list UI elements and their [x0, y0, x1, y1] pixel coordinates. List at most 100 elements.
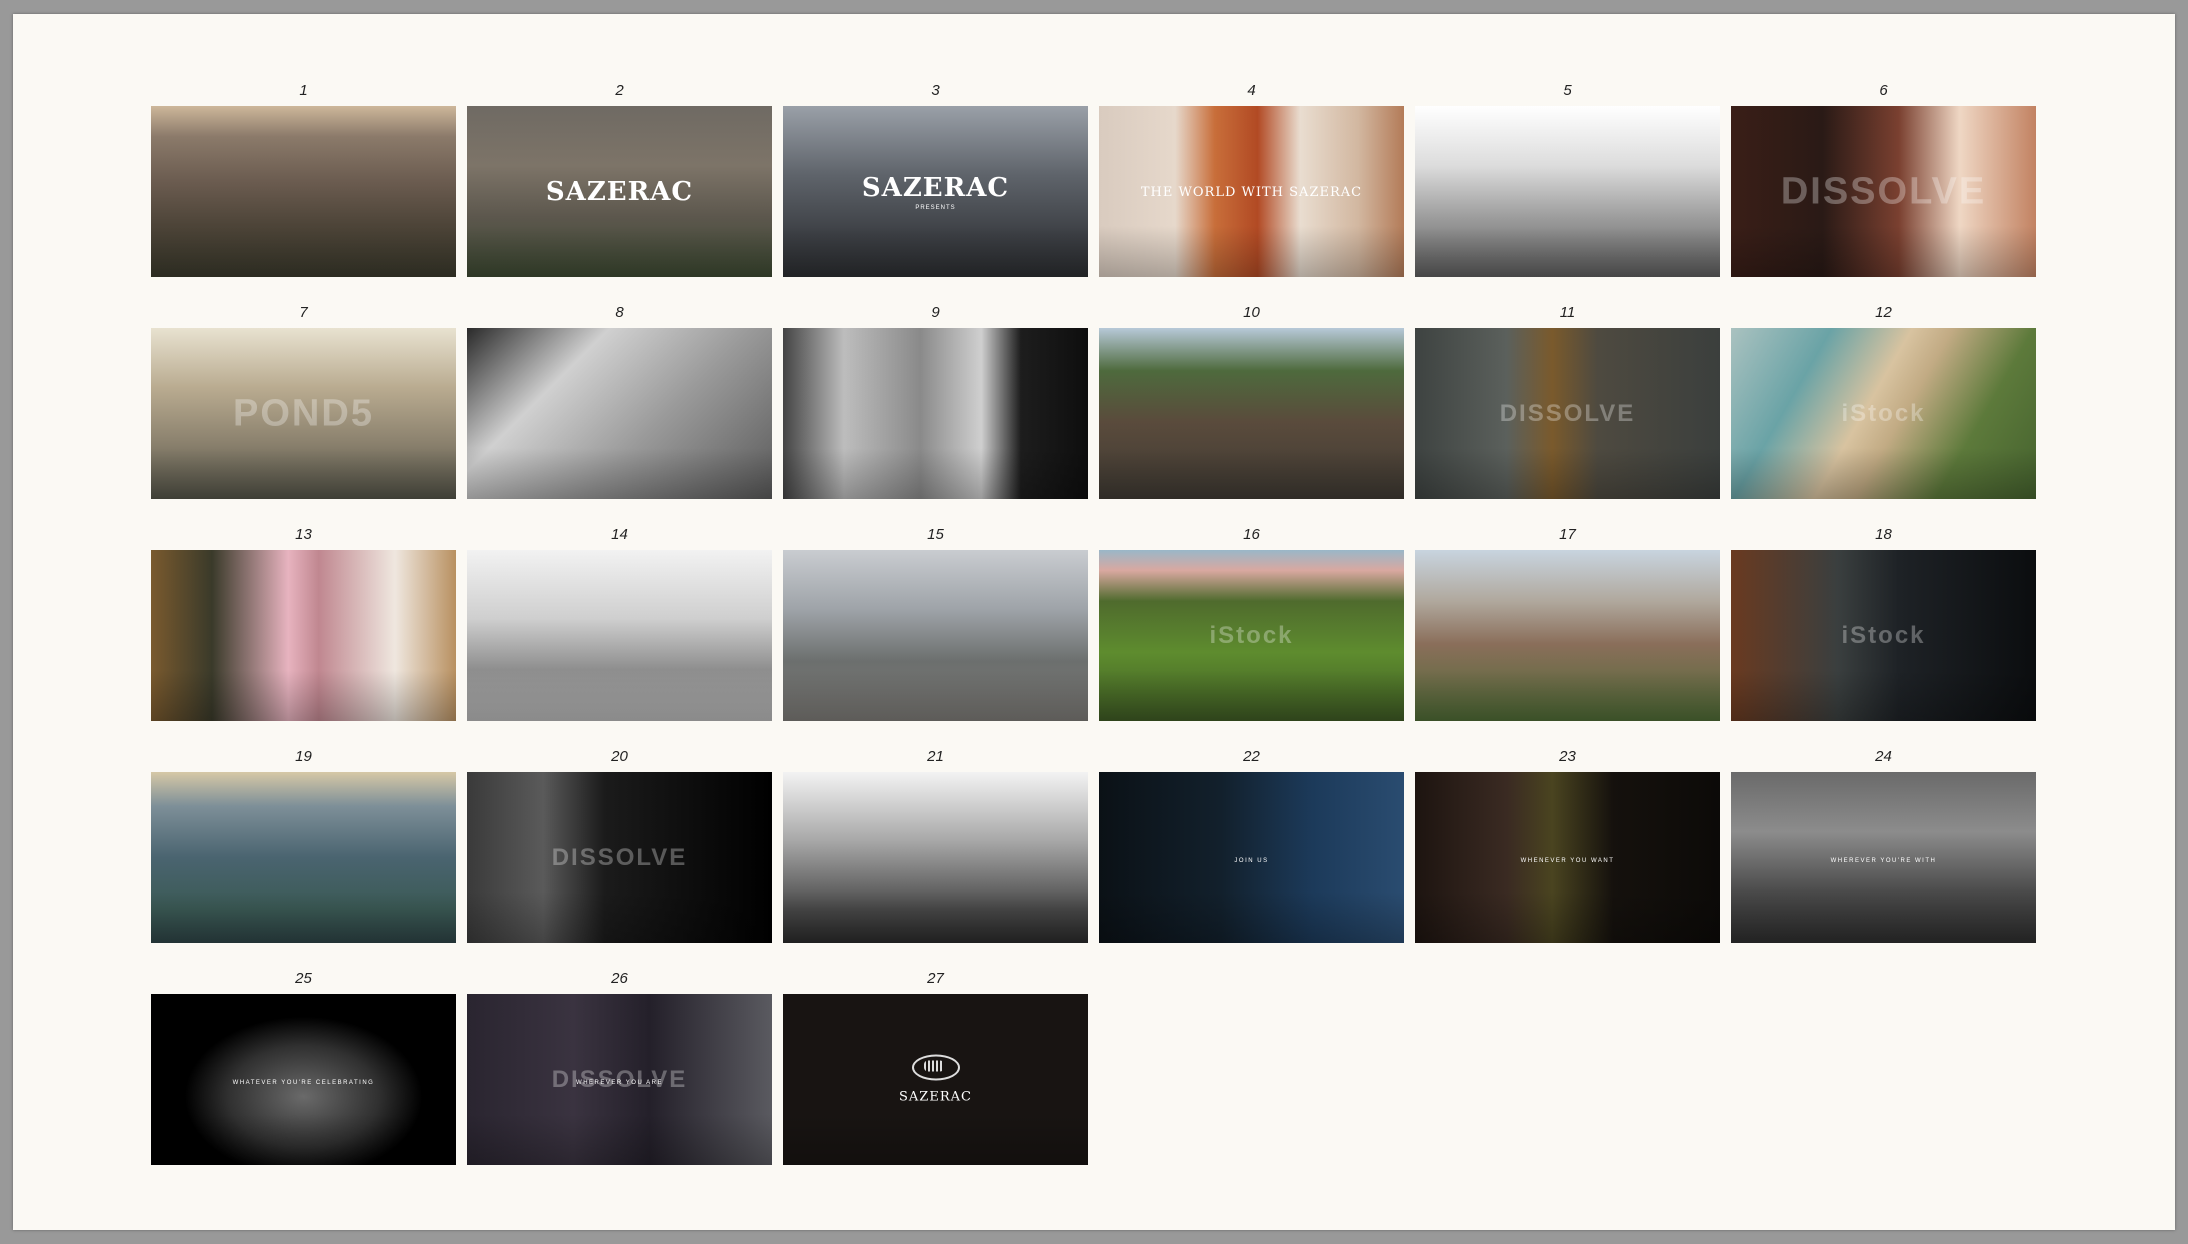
frame-thumbnail-martini-glasses-bw[interactable] [783, 772, 1088, 943]
frame-thumbnail-beach-aerial[interactable]: iStock [1731, 328, 2036, 499]
frame-thumbnail-pink-cocktail-bartender[interactable] [151, 550, 456, 721]
frame-number: 27 [927, 970, 944, 987]
frame-thumbnail-yacht-interior-bw[interactable] [467, 550, 772, 721]
frame-cell: 20 DISSOLVE [467, 742, 772, 964]
frame-number: 9 [931, 304, 940, 321]
frame-number: 21 [927, 748, 944, 765]
frame-thumbnail-green-valley[interactable]: iStock [1099, 550, 1404, 721]
frame-thumbnail-building-sunflare[interactable]: POND5 [151, 328, 456, 499]
title-overlay: SAZERAC PRESENTS [783, 173, 1088, 211]
frame-cell: 6 DISSOLVE [1731, 76, 2036, 298]
frame-thumbnail-aerial-cathedral-title[interactable]: SAZERAC [467, 106, 772, 277]
frame-thumbnail-martini-olive[interactable]: DISSOLVE WHEREVER YOU ARE [467, 994, 772, 1165]
frame-thumbnail-neon-sign-couple[interactable]: WHENEVER YOU WANT [1415, 772, 1720, 943]
frame-cell: 9 [783, 298, 1088, 520]
frame-cell: 15 [783, 520, 1088, 742]
frame-thumbnail-rooftops-street-title[interactable]: SAZERAC PRESENTS [783, 106, 1088, 277]
frame-number: 25 [295, 970, 312, 987]
frame-number: 11 [1559, 304, 1576, 321]
stock-watermark: iStock [1209, 621, 1294, 649]
frame-number: 24 [1875, 748, 1892, 765]
frame-cell: 18 iStock [1731, 520, 2036, 742]
frame-cell: 21 [783, 742, 1088, 964]
overlay-text: WHENEVER YOU WANT [1520, 857, 1615, 864]
frame-thumbnail-town-water-tower[interactable] [1099, 328, 1404, 499]
title-overlay: SAZERAC [467, 177, 772, 207]
frame-cell: 7 POND5 [151, 298, 456, 520]
frame-number: 23 [1559, 748, 1576, 765]
stock-watermark: POND5 [233, 392, 374, 434]
title-overlay: WHATEVER YOU'RE CELEBRATING [151, 1071, 456, 1089]
frame-number: 18 [1875, 526, 1892, 543]
frame-number: 14 [611, 526, 628, 543]
overlay-text: SAZERAC [861, 172, 1010, 203]
frame-number: 15 [927, 526, 944, 543]
frame-cell: 22 JOIN US [1099, 742, 1404, 964]
title-overlay: WHEREVER YOU ARE [467, 1071, 772, 1089]
title-overlay: JOIN US [1099, 849, 1404, 867]
frame-thumbnail-city-night-aerial[interactable]: iStock [1731, 550, 2036, 721]
frame-number: 16 [1243, 526, 1260, 543]
frame-cell: 19 [151, 742, 456, 964]
frame-number: 3 [931, 82, 940, 99]
frame-number: 13 [295, 526, 312, 543]
frame-number: 12 [1875, 304, 1892, 321]
overlay-subtext: PRESENTS [915, 204, 956, 211]
stock-watermark: iStock [1841, 621, 1926, 649]
frame-cell: 25 WHATEVER YOU'RE CELEBRATING [151, 964, 456, 1186]
frame-thumbnail-closeup-warm[interactable]: DISSOLVE [1731, 106, 2036, 277]
frame-thumbnail-sazerac-end-card[interactable]: SAZERAC [783, 994, 1088, 1165]
frame-cell: 13 [151, 520, 456, 742]
frame-thumbnail-cocktail-glass[interactable]: THE WORLD WITH SAZERAC [1099, 106, 1404, 277]
frame-cell: 2 SAZERAC [467, 76, 772, 298]
frame-number: 17 [1559, 526, 1576, 543]
storyboard-grid: 1 2 SAZERAC 3 SAZERAC PRESENTS 4 THE WORLD WITH… [151, 76, 2036, 1186]
frame-number: 22 [1243, 748, 1260, 765]
frame-cell: 5 [1415, 76, 1720, 298]
frame-number: 26 [611, 970, 628, 987]
frame-thumbnail-whisky-splash[interactable]: DISSOLVE [1415, 328, 1720, 499]
frame-cell: 3 SAZERAC PRESENTS [783, 76, 1088, 298]
frame-cell: 11 DISSOLVE [1415, 298, 1720, 520]
frame-cell: 23 WHENEVER YOU WANT [1415, 742, 1720, 964]
frame-thumbnail-bar-crowd-bw[interactable]: WHATEVER YOU'RE CELEBRATING [151, 994, 456, 1165]
frame-cell: 14 [467, 520, 772, 742]
frame-number: 19 [295, 748, 312, 765]
stock-watermark: iStock [1841, 399, 1926, 427]
frame-number: 5 [1563, 82, 1572, 99]
frame-thumbnail-cheers-glasses-bw[interactable]: WHEREVER YOU'RE WITH [1731, 772, 2036, 943]
frame-number: 2 [615, 82, 624, 99]
frame-thumbnail-red-church-aerial[interactable] [1415, 550, 1720, 721]
title-overlay: WHENEVER YOU WANT [1415, 849, 1720, 867]
frame-cell: 10 [1099, 298, 1404, 520]
stock-watermark: DISSOLVE [1780, 170, 1987, 212]
overlay-text: WHATEVER YOU'RE CELEBRATING [232, 1079, 375, 1086]
frame-thumbnail-aerial-city-dusk[interactable] [151, 106, 456, 277]
frame-number: 20 [611, 748, 628, 765]
frame-number: 7 [299, 304, 308, 321]
frame-thumbnail-men-suits-balcony-bw[interactable] [783, 328, 1088, 499]
frame-thumbnail-night-city-silhouette-bw[interactable]: DISSOLVE [467, 772, 772, 943]
frame-thumbnail-man-dark-window[interactable]: JOIN US [1099, 772, 1404, 943]
title-overlay: SAZERAC [783, 1054, 1088, 1105]
frame-thumbnail-toast-bw[interactable] [1415, 106, 1720, 277]
frame-number: 4 [1247, 82, 1256, 99]
frame-cell: 4 THE WORLD WITH SAZERAC [1099, 76, 1404, 298]
frame-cell: 17 [1415, 520, 1720, 742]
frame-thumbnail-city-spire-aerial[interactable] [783, 550, 1088, 721]
overlay-text: WHEREVER YOU'RE WITH [1830, 857, 1937, 864]
frame-number: 8 [615, 304, 624, 321]
frame-cell: 8 [467, 298, 772, 520]
stock-watermark: DISSOLVE [551, 843, 688, 871]
overlay-text: THE WORLD WITH SAZERAC [1140, 184, 1363, 200]
stock-watermark: DISSOLVE [1499, 399, 1636, 427]
frame-cell: 1 [151, 76, 456, 298]
title-overlay: WHEREVER YOU'RE WITH [1731, 849, 2036, 867]
frame-cell: 27 SAZERAC [783, 964, 1088, 1186]
frame-thumbnail-london-skyline[interactable] [151, 772, 456, 943]
frame-number: 1 [299, 82, 308, 99]
frame-thumbnail-stairs-heels-bw[interactable] [467, 328, 772, 499]
overlay-text: SAZERAC [545, 176, 694, 207]
frame-number: 10 [1243, 304, 1260, 321]
frame-cell: 12 iStock [1731, 298, 2036, 520]
